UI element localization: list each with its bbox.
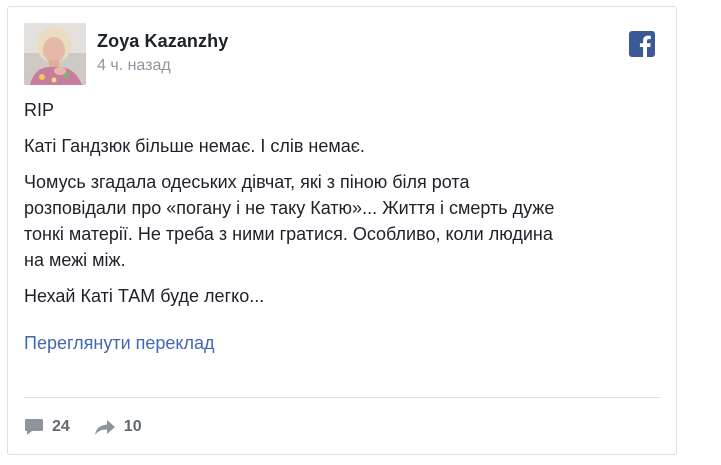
post-text: RIP Каті Гандзюк більше немає. І слів не… [24, 97, 664, 319]
post-timestamp[interactable]: 4 ч. назад [97, 57, 171, 75]
divider [24, 397, 660, 398]
post-paragraph: Нехай Каті ТАМ буде легко... [24, 286, 265, 306]
author-name[interactable]: Zoya Kazanzhy [97, 31, 228, 52]
post-header: Zoya Kazanzhy 4 ч. назад [24, 23, 664, 87]
shares-count-button[interactable]: 10 [94, 418, 142, 436]
avatar[interactable] [24, 23, 86, 85]
post-paragraph: RIP [24, 100, 55, 120]
comment-icon [25, 419, 43, 435]
post-paragraph: Каті Гандзюк більше немає. І слів немає. [24, 136, 365, 156]
avatar-photo [24, 23, 86, 85]
post-paragraph: Чомусь згадала одеських дівчат, які з пі… [24, 172, 555, 270]
comments-count-button[interactable]: 24 [24, 418, 70, 436]
post-card: Zoya Kazanzhy 4 ч. назад RIP Каті Гандзю… [7, 6, 677, 455]
see-translation-link[interactable]: Переглянути переклад [24, 333, 215, 354]
facebook-icon[interactable] [629, 31, 655, 57]
comments-count: 24 [52, 418, 70, 435]
shares-count: 10 [123, 418, 142, 435]
post-stats: 24 10 [24, 412, 166, 442]
share-icon [94, 420, 115, 435]
